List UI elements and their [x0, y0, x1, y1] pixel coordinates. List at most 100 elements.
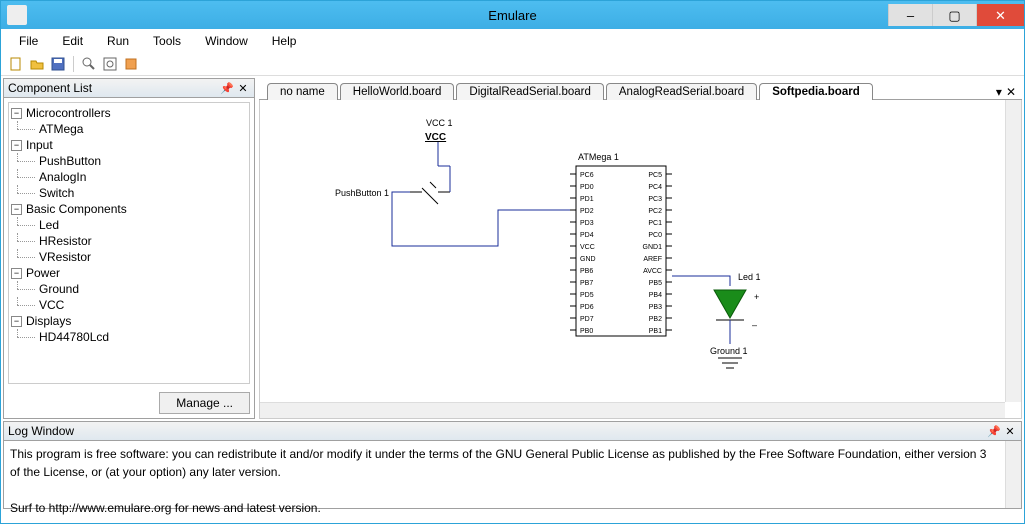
component-tree[interactable]: −MicrocontrollersATMega−InputPushButtonA… [8, 102, 250, 384]
tab[interactable]: Softpedia.board [759, 83, 873, 100]
log-panel: Log Window 📌 ✕ This program is free soft… [3, 421, 1022, 509]
tree-category[interactable]: −Microcontrollers [11, 105, 247, 121]
chip-pins: PC6PD0PD1PD2PD3PD4VCCGNDPB6PB7PD5PD6PD7P… [570, 172, 672, 335]
window-controls: – ▢ ✕ [888, 4, 1024, 26]
chip-pin-left: PD7 [580, 316, 594, 323]
vcc-label: VCC 1 [426, 118, 453, 128]
new-icon[interactable] [7, 55, 25, 73]
tree-category-label: Power [26, 266, 60, 280]
ground-symbol [718, 358, 742, 368]
expander-icon[interactable]: − [11, 140, 22, 151]
chip-pin-left: PB6 [580, 268, 593, 275]
chip-pin-left: PD4 [580, 232, 594, 239]
led-label: Led 1 [738, 272, 761, 282]
menu-help[interactable]: Help [262, 31, 307, 51]
expander-icon[interactable]: − [11, 204, 22, 215]
expander-icon[interactable]: − [11, 316, 22, 327]
maximize-button[interactable]: ▢ [932, 4, 976, 26]
pin-icon[interactable]: 📌 [987, 424, 1001, 438]
tree-category-label: Microcontrollers [26, 106, 111, 120]
chip-pin-left: PD3 [580, 220, 594, 227]
tab-close-icon[interactable]: ✕ [1006, 85, 1016, 99]
log-scrollbar-v[interactable] [1005, 441, 1021, 508]
tree-item[interactable]: Led [11, 217, 247, 233]
tab[interactable]: HelloWorld.board [340, 83, 455, 100]
close-icon[interactable]: ✕ [1003, 424, 1017, 438]
menu-edit[interactable]: Edit [52, 31, 93, 51]
tree-item[interactable]: Ground [11, 281, 247, 297]
minimize-button[interactable]: – [888, 4, 932, 26]
chip-pin-right: PB2 [649, 316, 662, 323]
tab[interactable]: AnalogReadSerial.board [606, 83, 757, 100]
tree-category[interactable]: −Power [11, 265, 247, 281]
chip-pin-left: PD2 [580, 208, 594, 215]
tab-dropdown-icon[interactable]: ▾ [996, 85, 1002, 99]
search-icon[interactable] [80, 55, 98, 73]
menu-window[interactable]: Window [195, 31, 258, 51]
led-plus: + [754, 292, 759, 302]
tree-item[interactable]: HResistor [11, 233, 247, 249]
log-line [10, 481, 1015, 499]
tree-item[interactable]: HD44780Lcd [11, 329, 247, 345]
log-header: Log Window 📌 ✕ [3, 421, 1022, 441]
chip-pin-right: PC4 [648, 184, 662, 191]
chip-pin-left: GND [580, 256, 596, 263]
chip-pin-right: PC5 [648, 172, 662, 179]
ground-label: Ground 1 [710, 346, 748, 356]
expander-icon[interactable]: − [11, 268, 22, 279]
zoom-fit-icon[interactable] [101, 55, 119, 73]
chip-label: ATMega 1 [578, 152, 619, 162]
menu-tools[interactable]: Tools [143, 31, 191, 51]
close-button[interactable]: ✕ [976, 4, 1024, 26]
pushbutton-symbol [410, 182, 450, 204]
canvas-scrollbar-v[interactable] [1005, 100, 1021, 402]
canvas-scrollbar-h[interactable] [260, 402, 1005, 418]
schematic-svg: VCC 1 VCC PushButton 1 ATMega 1 [260, 100, 1020, 410]
tree-item[interactable]: AnalogIn [11, 169, 247, 185]
tree-category[interactable]: −Displays [11, 313, 247, 329]
log-line: Surf to http://www.emulare.org for news … [10, 499, 1015, 517]
chip-pin-right: AREF [643, 256, 662, 263]
run-icon[interactable] [122, 55, 140, 73]
close-icon[interactable]: ✕ [236, 81, 250, 95]
component-list-header: Component List 📌 ✕ [4, 79, 254, 98]
chip-pin-left: PD1 [580, 196, 594, 203]
window-titlebar: Emulare – ▢ ✕ [1, 1, 1024, 29]
chip-pin-right: AVCC [643, 268, 662, 275]
led-symbol [714, 290, 746, 318]
tree-item[interactable]: VResistor [11, 249, 247, 265]
component-list-title: Component List [8, 81, 92, 95]
tab[interactable]: no name [267, 83, 338, 100]
pin-icon[interactable]: 📌 [220, 81, 234, 95]
tree-category-label: Input [26, 138, 53, 152]
tree-category[interactable]: −Input [11, 137, 247, 153]
chip-pin-left: PC6 [580, 172, 594, 179]
log-title: Log Window [8, 424, 74, 438]
chip-pin-right: PB5 [649, 280, 662, 287]
tab[interactable]: DigitalReadSerial.board [456, 83, 603, 100]
save-icon[interactable] [49, 55, 67, 73]
chip-pin-left: VCC [580, 244, 595, 251]
toolbar-separator [73, 56, 74, 72]
tree-category[interactable]: −Basic Components [11, 201, 247, 217]
chip-pin-right: PC1 [648, 220, 662, 227]
chip-pin-right: PC3 [648, 196, 662, 203]
log-body[interactable]: This program is free software: you can r… [3, 441, 1022, 509]
tree-item[interactable]: VCC [11, 297, 247, 313]
tree-item[interactable]: Switch [11, 185, 247, 201]
tree-item[interactable]: ATMega [11, 121, 247, 137]
menu-file[interactable]: File [9, 31, 48, 51]
tree-category-label: Basic Components [26, 202, 127, 216]
chip-pin-left: PD6 [580, 304, 594, 311]
expander-icon[interactable]: − [11, 108, 22, 119]
editor-area: no nameHelloWorld.boardDigitalReadSerial… [259, 78, 1022, 419]
board-canvas[interactable]: VCC 1 VCC PushButton 1 ATMega 1 [259, 100, 1022, 419]
chip-pin-right: PB3 [649, 304, 662, 311]
open-icon[interactable] [28, 55, 46, 73]
manage-button[interactable]: Manage ... [159, 392, 250, 414]
menu-run[interactable]: Run [97, 31, 139, 51]
chip-pin-right: PC2 [648, 208, 662, 215]
tree-item[interactable]: PushButton [11, 153, 247, 169]
chip-pin-left: PB7 [580, 280, 593, 287]
menubar: File Edit Run Tools Window Help [1, 29, 1024, 53]
